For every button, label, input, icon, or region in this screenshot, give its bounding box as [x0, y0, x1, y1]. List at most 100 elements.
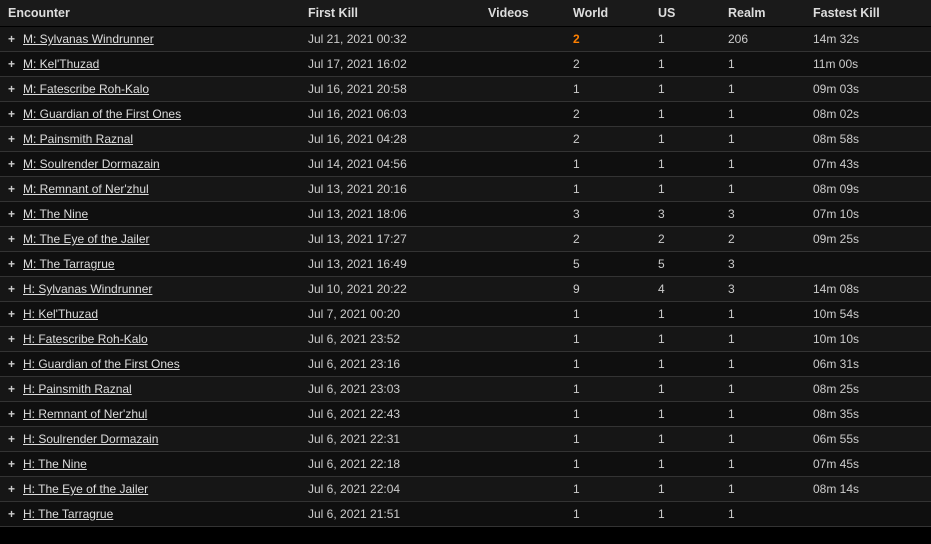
realm-cell: 1 — [720, 477, 805, 502]
expand-icon[interactable]: + — [8, 507, 20, 521]
videos-cell — [480, 27, 565, 52]
encounter-link[interactable]: H: Guardian of the First Ones — [23, 357, 180, 371]
encounter-link[interactable]: M: The Eye of the Jailer — [23, 232, 150, 246]
videos-cell — [480, 302, 565, 327]
col-first-kill[interactable]: First Kill — [300, 0, 480, 27]
first-kill-cell: Jul 16, 2021 04:28 — [300, 127, 480, 152]
encounter-cell: +H: The Nine — [0, 452, 300, 477]
expand-icon[interactable]: + — [8, 282, 20, 296]
encounter-link[interactable]: H: Remnant of Ner'zhul — [23, 407, 147, 421]
table-row: +H: The NineJul 6, 2021 22:1811107m 45s — [0, 452, 931, 477]
realm-cell: 1 — [720, 352, 805, 377]
expand-icon[interactable]: + — [8, 407, 20, 421]
col-world[interactable]: World — [565, 0, 650, 27]
encounter-cell: +M: The Nine — [0, 202, 300, 227]
encounter-link[interactable]: H: The Eye of the Jailer — [23, 482, 148, 496]
expand-icon[interactable]: + — [8, 332, 20, 346]
encounter-link[interactable]: M: Fatescribe Roh-Kalo — [23, 82, 149, 96]
fastest-cell: 09m 25s — [805, 227, 931, 252]
us-cell: 4 — [650, 277, 720, 302]
encounter-cell: +H: The Eye of the Jailer — [0, 477, 300, 502]
expand-icon[interactable]: + — [8, 207, 20, 221]
world-cell: 1 — [565, 452, 650, 477]
expand-icon[interactable]: + — [8, 357, 20, 371]
encounter-cell: +H: Sylvanas Windrunner — [0, 277, 300, 302]
encounter-link[interactable]: H: Sylvanas Windrunner — [23, 282, 152, 296]
encounter-link[interactable]: M: Kel'Thuzad — [23, 57, 99, 71]
encounter-link[interactable]: M: Guardian of the First Ones — [23, 107, 181, 121]
expand-icon[interactable]: + — [8, 82, 20, 96]
col-encounter[interactable]: Encounter — [0, 0, 300, 27]
encounter-link[interactable]: H: The Nine — [23, 457, 87, 471]
us-cell: 1 — [650, 502, 720, 527]
table-row: +H: The TarragrueJul 6, 2021 21:51111 — [0, 502, 931, 527]
us-cell: 3 — [650, 202, 720, 227]
us-cell: 1 — [650, 77, 720, 102]
encounter-link[interactable]: M: Soulrender Dormazain — [23, 157, 160, 171]
us-cell: 1 — [650, 27, 720, 52]
encounter-cell: +M: Soulrender Dormazain — [0, 152, 300, 177]
expand-icon[interactable]: + — [8, 382, 20, 396]
col-fastest[interactable]: Fastest Kill — [805, 0, 931, 27]
first-kill-cell: Jul 13, 2021 20:16 — [300, 177, 480, 202]
realm-cell: 3 — [720, 277, 805, 302]
first-kill-cell: Jul 13, 2021 18:06 — [300, 202, 480, 227]
expand-icon[interactable]: + — [8, 57, 20, 71]
col-us[interactable]: US — [650, 0, 720, 27]
videos-cell — [480, 52, 565, 77]
table-row: +H: Guardian of the First Ones Jul 6, 202… — [0, 352, 931, 377]
realm-cell: 1 — [720, 177, 805, 202]
col-realm[interactable]: Realm — [720, 0, 805, 27]
videos-cell — [480, 102, 565, 127]
encounter-link[interactable]: M: Painsmith Raznal — [23, 132, 133, 146]
realm-cell: 1 — [720, 152, 805, 177]
realm-cell: 1 — [720, 452, 805, 477]
fastest-cell — [805, 502, 931, 527]
expand-icon[interactable]: + — [8, 482, 20, 496]
expand-icon[interactable]: + — [8, 32, 20, 46]
expand-icon[interactable]: + — [8, 157, 20, 171]
encounter-link[interactable]: H: The Tarragrue — [23, 507, 113, 521]
world-cell: 1 — [565, 502, 650, 527]
realm-cell: 1 — [720, 327, 805, 352]
world-cell: 2 — [565, 52, 650, 77]
encounter-cell: +H: Painsmith Raznal — [0, 377, 300, 402]
us-cell: 1 — [650, 402, 720, 427]
realm-cell: 3 — [720, 252, 805, 277]
encounter-link[interactable]: M: The Tarragrue — [23, 257, 115, 271]
world-cell: 1 — [565, 402, 650, 427]
first-kill-cell: Jul 6, 2021 22:31 — [300, 427, 480, 452]
encounter-link[interactable]: H: Fatescribe Roh-Kalo — [23, 332, 148, 346]
encounter-link[interactable]: H: Painsmith Raznal — [23, 382, 132, 396]
expand-icon[interactable]: + — [8, 107, 20, 121]
col-videos[interactable]: Videos — [480, 0, 565, 27]
encounter-cell: +M: Painsmith Raznal — [0, 127, 300, 152]
fastest-cell: 08m 25s — [805, 377, 931, 402]
encounter-link[interactable]: M: Remnant of Ner'zhul — [23, 182, 149, 196]
world-cell: 1 — [565, 352, 650, 377]
expand-icon[interactable]: + — [8, 432, 20, 446]
expand-icon[interactable]: + — [8, 182, 20, 196]
expand-icon[interactable]: + — [8, 307, 20, 321]
world-cell: 1 — [565, 177, 650, 202]
realm-cell: 1 — [720, 377, 805, 402]
world-cell: 9 — [565, 277, 650, 302]
encounter-cell: +M: Guardian of the First Ones — [0, 102, 300, 127]
first-kill-cell: Jul 6, 2021 22:43 — [300, 402, 480, 427]
expand-icon[interactable]: + — [8, 232, 20, 246]
realm-cell: 1 — [720, 302, 805, 327]
expand-icon[interactable]: + — [8, 457, 20, 471]
videos-cell — [480, 477, 565, 502]
encounter-link[interactable]: H: Soulrender Dormazain — [23, 432, 158, 446]
fastest-cell: 07m 43s — [805, 152, 931, 177]
encounter-link[interactable]: M: The Nine — [23, 207, 88, 221]
expand-icon[interactable]: + — [8, 257, 20, 271]
encounter-link[interactable]: M: Sylvanas Windrunner — [23, 32, 154, 46]
us-cell: 1 — [650, 427, 720, 452]
encounter-link[interactable]: H: Kel'Thuzad — [23, 307, 98, 321]
table-row: +M: Kel'ThuzadJul 17, 2021 16:0221111m 0… — [0, 52, 931, 77]
table-row: +M: Sylvanas WindrunnerJul 21, 2021 00:3… — [0, 27, 931, 52]
expand-icon[interactable]: + — [8, 132, 20, 146]
first-kill-cell: Jul 6, 2021 23:16 — [300, 352, 480, 377]
encounter-cell: +H: The Tarragrue — [0, 502, 300, 527]
